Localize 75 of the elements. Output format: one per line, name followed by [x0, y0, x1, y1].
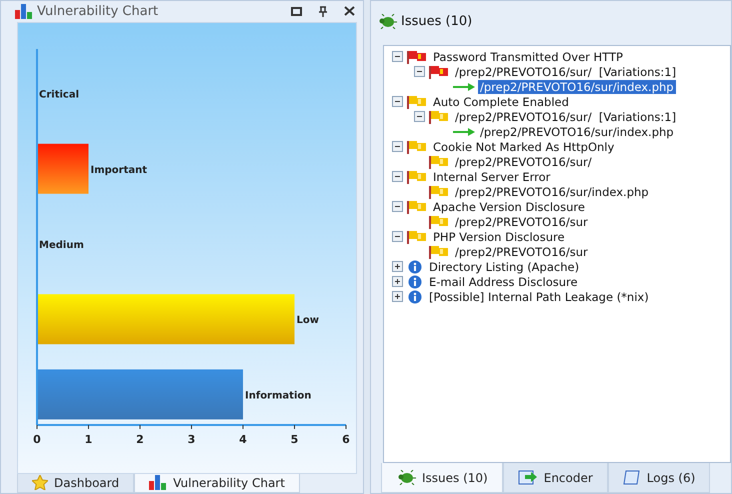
- expand-icon[interactable]: [392, 276, 403, 287]
- panel-tab[interactable]: Encoder: [502, 463, 608, 493]
- flag-icon: [428, 244, 450, 258]
- tick-label: 6: [342, 432, 350, 446]
- tree-item[interactable]: Password Transmitted Over HTTP: [431, 50, 625, 64]
- collapse-icon[interactable]: [414, 111, 425, 122]
- tick-label: 2: [136, 432, 144, 446]
- panel-tab[interactable]: Dashboard: [17, 474, 134, 493]
- info-icon: [406, 290, 424, 304]
- tree-item[interactable]: [Possible] Internal Path Leakage (*nix): [427, 290, 651, 304]
- tree-item[interactable]: Apache Version Disclosure: [431, 200, 587, 214]
- tick-label: 1: [84, 432, 92, 446]
- tree-item[interactable]: /prep2/PREVOTO16/sur/ [Variations:1]: [453, 110, 678, 124]
- tree-item[interactable]: /prep2/PREVOTO16/sur/index.php: [478, 80, 676, 94]
- flag-icon: [428, 64, 450, 78]
- flag-icon: [406, 94, 428, 108]
- bug-icon: [396, 470, 416, 485]
- panel-tab[interactable]: Vulnerability Chart: [134, 474, 300, 493]
- tree-item[interactable]: Cookie Not Marked As HttpOnly: [431, 140, 616, 154]
- expand-icon[interactable]: [392, 291, 403, 302]
- collapse-icon[interactable]: [392, 231, 403, 242]
- tree-item[interactable]: /prep2/PREVOTO16/sur/: [453, 154, 594, 168]
- flag-icon: [406, 50, 428, 64]
- panel-tab[interactable]: Issues (10): [381, 463, 503, 493]
- info-icon: [406, 260, 424, 274]
- tick-label: 0: [33, 432, 41, 446]
- flag-icon: [406, 200, 428, 214]
- category-label: Important: [90, 164, 148, 176]
- category-label: Critical: [39, 89, 80, 100]
- pin-icon[interactable]: [318, 6, 328, 17]
- panel-title: Issues (10): [401, 14, 474, 28]
- expand-icon[interactable]: [392, 261, 403, 272]
- collapse-icon[interactable]: [392, 51, 403, 62]
- collapse-icon[interactable]: [414, 66, 425, 77]
- tick-label: 3: [188, 432, 196, 446]
- tree-item[interactable]: /prep2/PREVOTO16/sur/index.php: [453, 184, 651, 198]
- tree-item[interactable]: /prep2/PREVOTO16/sur: [453, 214, 590, 228]
- bar: [37, 144, 88, 194]
- info-icon: [406, 274, 424, 288]
- flag-icon: [428, 184, 450, 198]
- flag-icon: [428, 214, 450, 228]
- bug-icon: [377, 14, 397, 28]
- bar-chart-icon: [149, 475, 168, 490]
- arrow-icon: [453, 128, 475, 136]
- maximize-icon[interactable]: [291, 6, 302, 16]
- scroll-icon: [622, 470, 641, 485]
- document-arrow-icon: [518, 470, 538, 485]
- tree-item[interactable]: /prep2/PREVOTO16/sur/index.php: [478, 124, 676, 138]
- tree-item[interactable]: Internal Server Error: [431, 170, 552, 184]
- close-icon[interactable]: [344, 6, 355, 16]
- tick-label: 5: [290, 432, 298, 446]
- tick-label: 4: [239, 432, 247, 446]
- collapse-icon[interactable]: [392, 201, 403, 212]
- bar-chart-icon: [15, 4, 33, 19]
- tree-item[interactable]: Auto Complete Enabled: [431, 94, 571, 108]
- star-icon: [32, 475, 48, 490]
- tree-item[interactable]: E-mail Address Disclosure: [427, 274, 580, 288]
- collapse-icon[interactable]: [392, 141, 403, 152]
- panel-tab[interactable]: Logs (6): [608, 463, 710, 493]
- flag-icon: [406, 140, 428, 154]
- flag-icon: [406, 170, 428, 184]
- flag-icon: [428, 110, 450, 124]
- tree-item[interactable]: Directory Listing (Apache): [427, 260, 582, 274]
- flag-icon: [406, 230, 428, 244]
- category-label: Medium: [39, 240, 84, 251]
- collapse-icon[interactable]: [392, 96, 403, 107]
- tree-item[interactable]: /prep2/PREVOTO16/sur: [453, 244, 590, 258]
- category-label: Low: [296, 314, 319, 326]
- arrow-icon: [453, 82, 475, 90]
- flag-icon: [428, 154, 450, 168]
- collapse-icon[interactable]: [392, 171, 403, 182]
- tree-item[interactable]: PHP Version Disclosure: [431, 230, 567, 244]
- panel-title: Vulnerability Chart: [37, 4, 160, 19]
- category-label: Information: [245, 390, 312, 402]
- tree-item[interactable]: /prep2/PREVOTO16/sur/ [Variations:1]: [453, 64, 678, 78]
